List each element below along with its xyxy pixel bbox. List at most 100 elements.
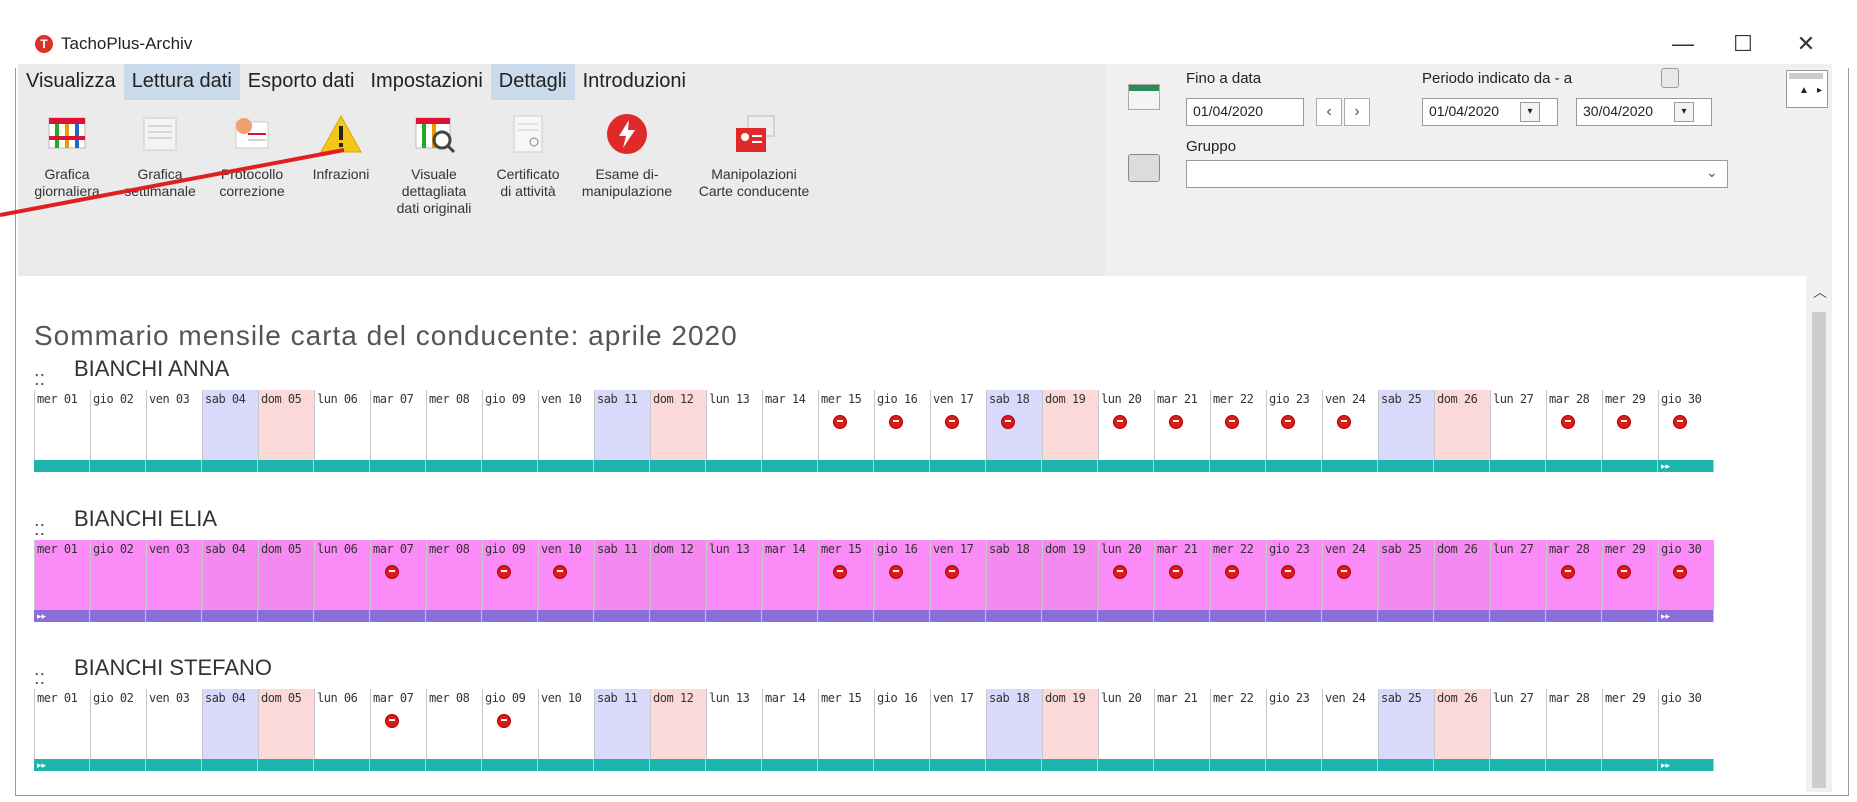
day-cell[interactable]: dom 26 [1434, 540, 1490, 610]
day-cell[interactable]: gio 30 [1658, 390, 1714, 460]
day-cell[interactable]: dom 12 [650, 689, 706, 759]
day-cell[interactable]: mar 28 [1546, 540, 1602, 610]
tool-certificato-di-attività[interactable]: Certificato di attività [486, 112, 570, 217]
day-cell[interactable]: ven 17 [930, 540, 986, 610]
infraction-icon[interactable] [1561, 565, 1575, 579]
day-cell[interactable]: mar 07 [370, 689, 426, 759]
infraction-icon[interactable] [1225, 565, 1239, 579]
day-cell[interactable]: ven 17 [930, 390, 986, 460]
infraction-icon[interactable] [1617, 565, 1631, 579]
infraction-icon[interactable] [1225, 415, 1239, 429]
day-cell[interactable]: sab 11 [594, 689, 650, 759]
day-cell[interactable]: mer 08 [426, 689, 482, 759]
driver-name[interactable]: BIANCHI ELIA [74, 506, 217, 532]
infraction-icon[interactable] [945, 415, 959, 429]
tool-infrazioni[interactable]: Infrazioni [300, 112, 382, 217]
scroll-up-icon[interactable]: ︿ [1813, 282, 1827, 302]
day-cell[interactable]: dom 12 [650, 540, 706, 610]
day-cell[interactable]: gio 16 [874, 689, 930, 759]
day-cell[interactable]: dom 05 [258, 390, 314, 460]
menu-item-dettagli[interactable]: Dettagli [490, 64, 575, 100]
tool-manipolazioni-carte-conducente[interactable]: Manipolazioni Carte conducente [684, 112, 824, 217]
day-cell[interactable]: mar 14 [762, 390, 818, 460]
day-cell[interactable]: ven 10 [538, 540, 594, 610]
day-cell[interactable]: mer 15 [818, 390, 874, 460]
day-cell[interactable]: lun 13 [706, 540, 762, 610]
infraction-icon[interactable] [1001, 415, 1015, 429]
infraction-icon[interactable] [553, 565, 567, 579]
infraction-icon[interactable] [497, 565, 511, 579]
day-cell[interactable]: gio 16 [874, 540, 930, 610]
day-cell[interactable]: sab 11 [594, 540, 650, 610]
panel-toggle-icon[interactable]: ▲ ▸ [1786, 70, 1828, 108]
day-cell[interactable]: ven 24 [1322, 390, 1378, 460]
day-cell[interactable]: lun 13 [706, 390, 762, 460]
driver-name[interactable]: BIANCHI STEFANO [74, 655, 272, 681]
menu-item-esporto-dati[interactable]: Esporto dati [240, 64, 363, 100]
day-cell[interactable]: sab 18 [986, 390, 1042, 460]
day-cell[interactable]: lun 20 [1098, 540, 1154, 610]
infraction-icon[interactable] [1617, 415, 1631, 429]
day-cell[interactable]: gio 09 [482, 540, 538, 610]
infraction-icon[interactable] [1113, 415, 1127, 429]
infraction-icon[interactable] [1673, 415, 1687, 429]
infraction-icon[interactable] [1113, 565, 1127, 579]
infraction-icon[interactable] [497, 714, 511, 728]
day-cell[interactable]: dom 05 [258, 689, 314, 759]
day-cell[interactable]: mar 14 [762, 689, 818, 759]
infraction-icon[interactable] [889, 565, 903, 579]
day-cell[interactable]: sab 25 [1378, 689, 1434, 759]
driver-name[interactable]: BIANCHI ANNA [74, 356, 229, 382]
day-cell[interactable]: lun 27 [1490, 540, 1546, 610]
infraction-icon[interactable] [833, 565, 847, 579]
infraction-icon[interactable] [833, 415, 847, 429]
day-cell[interactable]: mar 21 [1154, 390, 1210, 460]
day-cell[interactable]: sab 18 [986, 689, 1042, 759]
infraction-icon[interactable] [1673, 565, 1687, 579]
day-cell[interactable]: mar 07 [370, 390, 426, 460]
day-cell[interactable]: mar 14 [762, 540, 818, 610]
tool-grafica-giornaliera[interactable]: Grafica giornaliera [18, 112, 116, 217]
infraction-icon[interactable] [1281, 415, 1295, 429]
day-cell[interactable]: mar 21 [1154, 689, 1210, 759]
tool-visuale-dettagliata-dati-originali[interactable]: Visuale dettagliata dati originali [382, 112, 486, 217]
day-cell[interactable]: mer 29 [1602, 689, 1658, 759]
day-cell[interactable]: mer 01 [34, 540, 90, 610]
close-button[interactable]: ✕ [1783, 26, 1829, 62]
day-cell[interactable]: ven 03 [146, 540, 202, 610]
day-cell[interactable]: ven 03 [146, 390, 202, 460]
menu-item-introduzioni[interactable]: Introduzioni [575, 64, 694, 100]
tool-esame-di-manipulazione[interactable]: Esame di-manipulazione [570, 112, 684, 217]
day-cell[interactable]: ven 24 [1322, 689, 1378, 759]
day-cell[interactable]: dom 12 [650, 390, 706, 460]
day-cell[interactable]: gio 23 [1266, 390, 1322, 460]
day-cell[interactable]: mer 01 [34, 390, 90, 460]
day-cell[interactable]: gio 02 [90, 689, 146, 759]
day-cell[interactable]: mar 21 [1154, 540, 1210, 610]
day-cell[interactable]: mer 08 [426, 390, 482, 460]
day-cell[interactable]: ven 10 [538, 689, 594, 759]
infraction-icon[interactable] [385, 714, 399, 728]
day-cell[interactable]: gio 09 [482, 390, 538, 460]
menu-item-impostazioni[interactable]: Impostazioni [363, 64, 491, 100]
gruppo-select[interactable] [1186, 160, 1728, 188]
chevron-down-icon[interactable]: ⌄ [1706, 164, 1718, 181]
next-date-button[interactable]: › [1344, 98, 1370, 126]
maximize-button[interactable]: ☐ [1720, 26, 1766, 62]
infraction-icon[interactable] [1281, 565, 1295, 579]
day-cell[interactable]: gio 30 [1658, 689, 1714, 759]
day-cell[interactable]: ven 17 [930, 689, 986, 759]
day-cell[interactable]: lun 13 [706, 689, 762, 759]
menu-item-lettura-dati[interactable]: Lettura dati [123, 64, 240, 100]
day-cell[interactable]: lun 06 [314, 540, 370, 610]
infraction-icon[interactable] [1337, 565, 1351, 579]
tool-protocollo-correzione[interactable]: Protocollo correzione [204, 112, 300, 217]
day-cell[interactable]: lun 20 [1098, 390, 1154, 460]
day-cell[interactable]: mar 28 [1546, 390, 1602, 460]
tool-grafica-settimanale[interactable]: Grafica settimanale [116, 112, 204, 217]
day-cell[interactable]: mer 22 [1210, 540, 1266, 610]
day-cell[interactable]: gio 02 [90, 390, 146, 460]
day-cell[interactable]: sab 11 [594, 390, 650, 460]
day-cell[interactable]: gio 09 [482, 689, 538, 759]
day-cell[interactable]: dom 05 [258, 540, 314, 610]
